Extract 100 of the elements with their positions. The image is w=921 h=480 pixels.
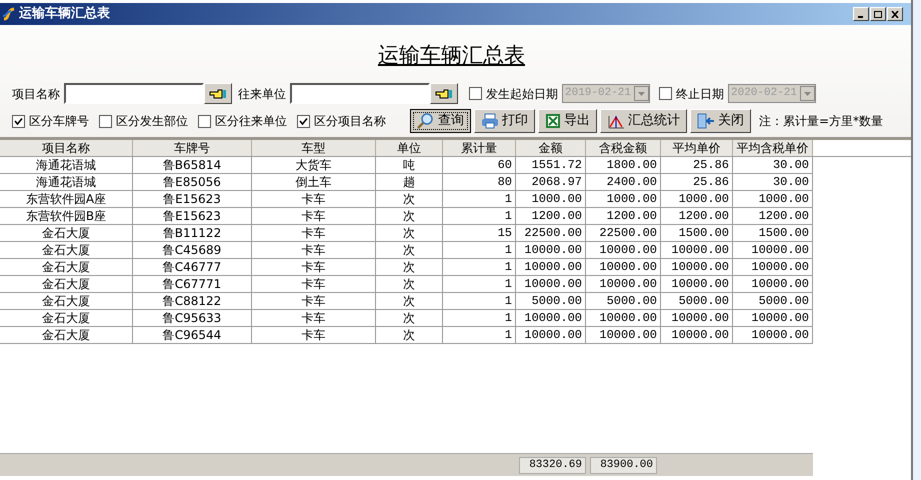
column-header[interactable]: 含税金额 [586, 140, 661, 156]
input-field[interactable] [64, 83, 204, 104]
table-cell: 1500.00 [733, 225, 813, 241]
table-cell: 5000.00 [733, 293, 813, 309]
option-label: 区分往来单位 [215, 113, 287, 130]
table-cell: 60 [443, 157, 516, 173]
table-cell: 鲁E15623 [133, 208, 252, 224]
table-cell: 1800.00 [586, 157, 661, 173]
column-header[interactable]: 平均含税单价 [733, 140, 813, 156]
table-cell: 1 [443, 242, 516, 258]
input-field[interactable] [290, 83, 430, 104]
column-header[interactable]: 累计量 [443, 140, 516, 156]
table-cell: 卡车 [252, 225, 376, 241]
toolbar-button[interactable]: 汇总统计 [600, 109, 687, 133]
table-cell: 1000.00 [516, 191, 586, 207]
table-cell: 鲁C46777 [133, 259, 252, 275]
table-cell: 卡车 [252, 191, 376, 207]
table-cell: 卡车 [252, 276, 376, 292]
door-exit-icon [697, 113, 715, 129]
table-cell: 10000.00 [733, 276, 813, 292]
table-cell: 次 [376, 242, 443, 258]
app-logo-icon [2, 7, 16, 21]
table-cell: 10000.00 [661, 327, 733, 343]
column-header[interactable]: 车牌号 [133, 140, 252, 156]
checkbox[interactable] [297, 114, 310, 128]
window-title: 运输车辆汇总表 [19, 4, 110, 24]
table-cell: 1 [443, 259, 516, 275]
column-header[interactable]: 金额 [516, 140, 586, 156]
toolbar-button[interactable]: 打印 [474, 109, 535, 133]
table-cell: 1 [443, 327, 516, 343]
column-header[interactable]: 项目名称 [0, 140, 133, 156]
table-cell: 卡车 [252, 208, 376, 224]
toolbar-button[interactable]: 查询 [410, 109, 471, 133]
column-header[interactable]: 平均单价 [661, 140, 733, 156]
table-cell: 大货车 [252, 157, 376, 173]
toolbar-button[interactable]: 关闭 [690, 109, 751, 133]
table-cell: 1 [443, 208, 516, 224]
note-text: 注：累计量=方里*数量 [759, 113, 884, 130]
table-cell: 10000.00 [516, 327, 586, 343]
table-cell: 卡车 [252, 259, 376, 275]
chart-icon [607, 113, 625, 129]
close-icon [891, 10, 899, 18]
table-cell: 10000.00 [661, 242, 733, 258]
column-header[interactable]: 单位 [376, 140, 443, 156]
table-cell: 金石大厦 [0, 327, 133, 343]
table-cell: 次 [376, 208, 443, 224]
field-label: 往来单位 [238, 86, 286, 102]
lookup-button[interactable] [430, 83, 458, 104]
table-cell: 15 [443, 225, 516, 241]
toolbar-button[interactable]: 导出 [538, 109, 597, 133]
table-cell: 10000.00 [661, 259, 733, 275]
table-cell: 卡车 [252, 327, 376, 343]
table-cell: 东营软件园A座 [0, 191, 133, 207]
checkbox[interactable] [12, 114, 25, 128]
table-cell: 金石大厦 [0, 276, 133, 292]
table-cell: 1000.00 [661, 191, 733, 207]
date-filter-label: 发生起始日期 [486, 86, 558, 102]
table-cell: 25.86 [661, 157, 733, 173]
maximize-button[interactable] [870, 7, 886, 21]
pointing-hand-icon [435, 88, 453, 98]
table-cell: 1200.00 [516, 208, 586, 224]
table-cell: 卡车 [252, 293, 376, 309]
pointing-hand-icon [209, 88, 227, 98]
table-cell: 10000.00 [586, 310, 661, 326]
table-cell: 1200.00 [661, 208, 733, 224]
table-cell: 25.86 [661, 174, 733, 190]
table-cell: 次 [376, 293, 443, 309]
lookup-button[interactable] [204, 83, 232, 104]
table-cell: 次 [376, 225, 443, 241]
table-cell: 次 [376, 327, 443, 343]
table-cell: 鲁E15623 [133, 191, 252, 207]
minimize-button[interactable] [853, 7, 869, 21]
table-cell: 10000.00 [516, 242, 586, 258]
option-label: 区分车牌号 [29, 113, 89, 130]
table-cell: 鲁C67771 [133, 276, 252, 292]
close-button[interactable] [887, 7, 903, 21]
table-cell: 1551.72 [516, 157, 586, 173]
table-cell: 2400.00 [586, 174, 661, 190]
option-label: 区分发生部位 [116, 113, 188, 130]
table-cell: 金石大厦 [0, 259, 133, 275]
table-cell: 鲁C95633 [133, 310, 252, 326]
column-header[interactable]: 车型 [252, 140, 376, 156]
table-cell: 80 [443, 174, 516, 190]
table-cell: 卡车 [252, 242, 376, 258]
table-cell: 30.00 [733, 157, 813, 173]
table-cell: 1200.00 [586, 208, 661, 224]
checkbox[interactable] [198, 114, 211, 128]
table-cell: 22500.00 [516, 225, 586, 241]
search-icon [417, 113, 435, 129]
option-label: 区分项目名称 [314, 113, 386, 130]
table-cell: 1 [443, 293, 516, 309]
table-cell: 吨 [376, 157, 443, 173]
table-cell: 次 [376, 259, 443, 275]
checkbox[interactable] [99, 114, 112, 128]
table-cell: 10000.00 [516, 276, 586, 292]
table-cell: 1000.00 [586, 191, 661, 207]
field-label: 项目名称 [12, 86, 60, 102]
table-cell: 金石大厦 [0, 225, 133, 241]
table-cell: 鲁B65814 [133, 157, 252, 173]
table-cell: 5000.00 [586, 293, 661, 309]
